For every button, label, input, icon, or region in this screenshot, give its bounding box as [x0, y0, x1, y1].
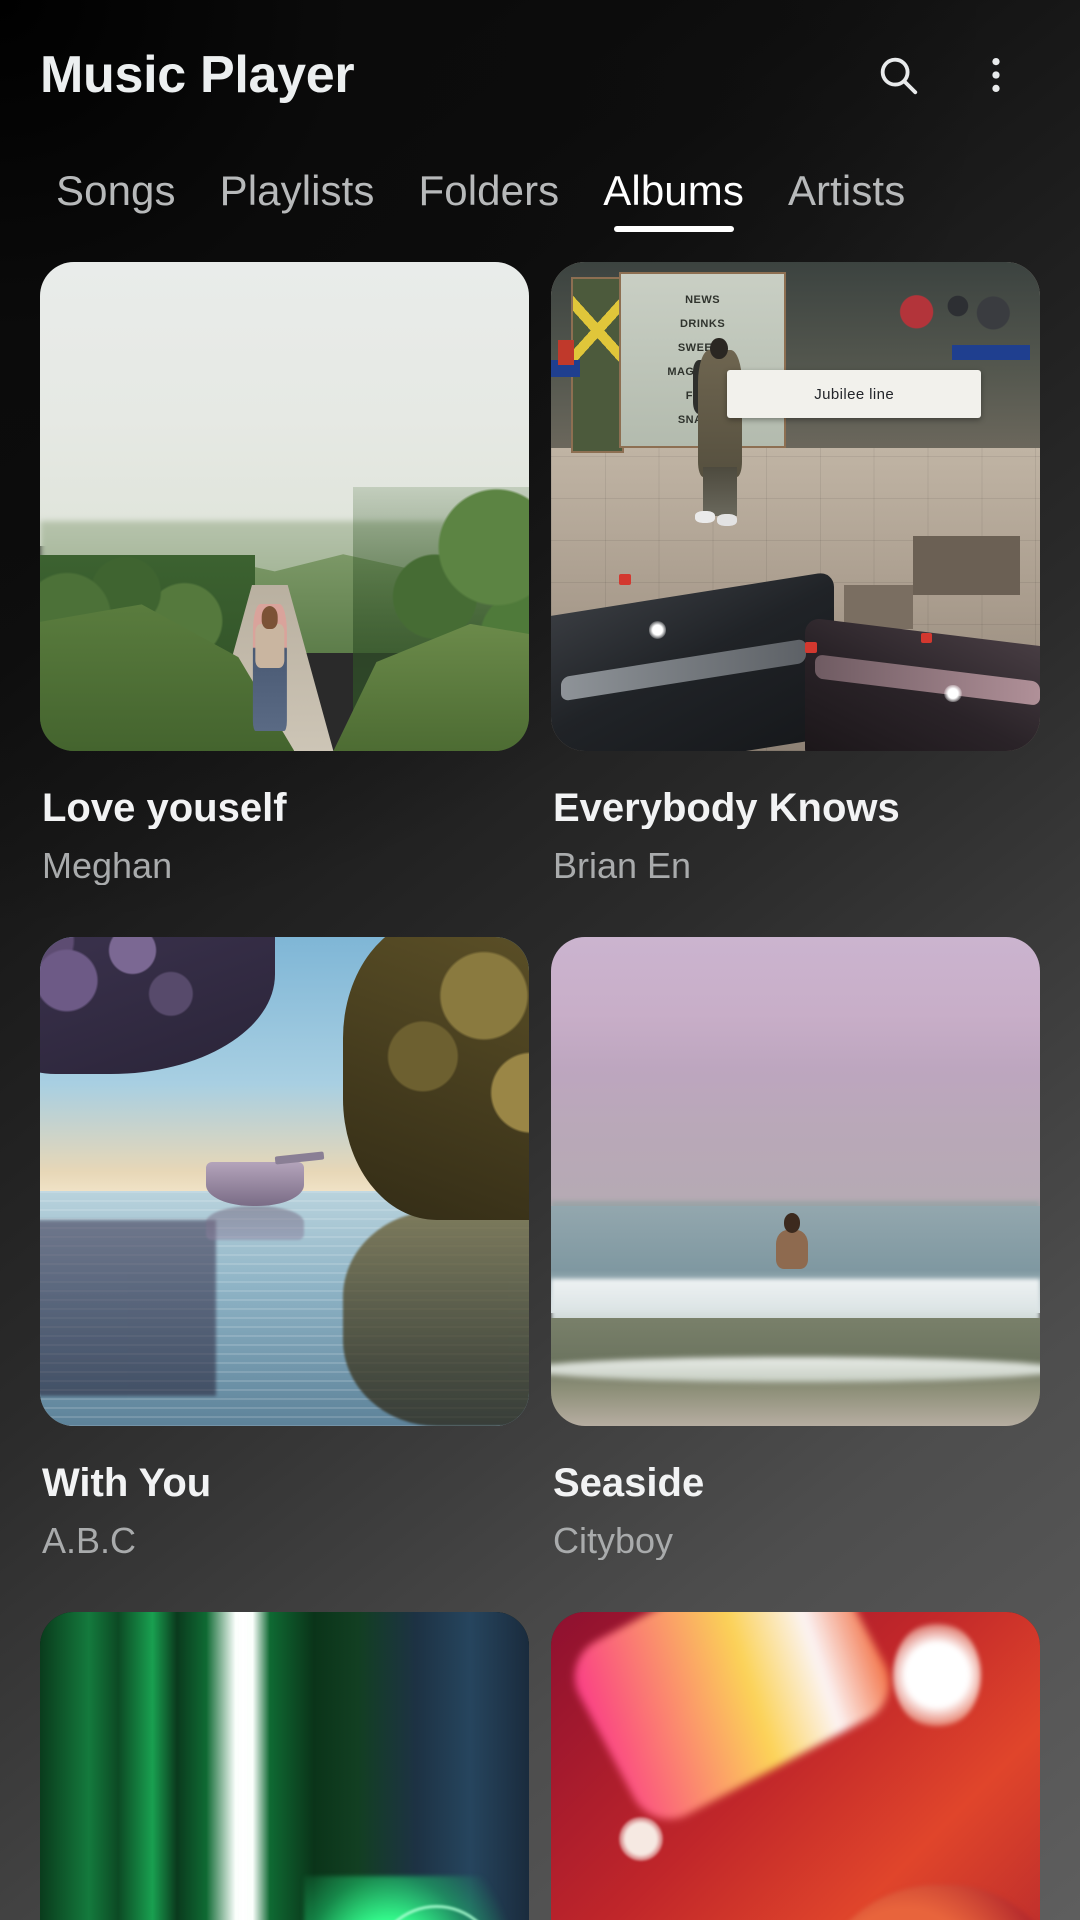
search-button[interactable]	[870, 47, 926, 103]
tab-label: Albums	[603, 167, 744, 214]
jubilee-line-sign: Jubilee line	[727, 369, 982, 419]
page-title: Music Player	[40, 46, 355, 104]
album-card[interactable]: Seaside Cityboy	[551, 936, 1040, 1612]
tab-bar: Songs Playlists Folders Albums Artists	[0, 150, 1080, 260]
album-artist: Brian En	[553, 847, 692, 885]
tab-songs[interactable]: Songs	[34, 150, 198, 260]
album-title: With You	[42, 1461, 212, 1504]
album-title: Seaside	[553, 1461, 705, 1504]
album-artwork[interactable]	[551, 936, 1040, 1426]
album-card[interactable]	[40, 1611, 529, 1920]
album-card[interactable]: Love youself Meghan	[40, 262, 529, 937]
tab-artists[interactable]: Artists	[766, 150, 927, 260]
tab-label: Songs	[56, 167, 176, 214]
album-artwork[interactable]	[40, 262, 529, 751]
app-bar: Music Player	[0, 0, 1080, 150]
music-player-screen: Music Player Songs Playlists Folders Alb…	[0, 0, 1080, 1920]
album-meta: With You A.B.C	[40, 1426, 529, 1612]
album-artwork[interactable]	[40, 936, 529, 1426]
album-artwork[interactable]	[40, 1611, 529, 1920]
tab-indicator-active	[613, 226, 734, 232]
album-artist: A.B.C	[42, 1521, 137, 1560]
search-icon	[875, 52, 921, 98]
artwork-boat-on-calm-water	[40, 936, 529, 1426]
more-vertical-icon	[973, 52, 1019, 98]
album-title: Everybody Knows	[553, 787, 900, 829]
album-title: Love youself	[42, 787, 287, 829]
album-meta: Everybody Knows Brian En	[551, 751, 1040, 937]
album-artist: Meghan	[42, 847, 173, 885]
album-meta: Seaside Cityboy	[551, 1426, 1040, 1612]
artwork-person-in-sea-at-dusk	[551, 936, 1040, 1426]
album-meta: Love youself Meghan	[40, 751, 529, 937]
tab-label: Artists	[787, 167, 906, 214]
album-artwork[interactable]	[551, 1611, 1040, 1920]
artwork-hiker-on-hill-path	[40, 262, 529, 751]
album-artist: Cityboy	[553, 1521, 674, 1560]
artwork-red-neon-portrait	[551, 1611, 1040, 1920]
app-bar-actions	[870, 47, 1024, 103]
album-artwork[interactable]: NEWS DRINKS SWEETS MAGAZINES FOOD SNACKS…	[551, 262, 1040, 751]
artwork-green-neon-portrait	[40, 1611, 529, 1920]
album-card[interactable]: With You A.B.C	[40, 936, 529, 1612]
tab-label: Playlists	[219, 167, 375, 214]
artwork-tube-station-jubilee-line: NEWS DRINKS SWEETS MAGAZINES FOOD SNACKS…	[551, 262, 1040, 751]
tab-albums[interactable]: Albums	[581, 150, 766, 260]
tab-playlists[interactable]: Playlists	[198, 150, 397, 260]
tab-folders[interactable]: Folders	[397, 150, 582, 260]
album-card[interactable]: NEWS DRINKS SWEETS MAGAZINES FOOD SNACKS…	[551, 262, 1040, 937]
album-card[interactable]	[551, 1611, 1040, 1920]
album-grid[interactable]: Love youself Meghan NEWS DRINKS SWEETS J…	[0, 262, 1080, 1920]
overflow-menu-button[interactable]	[968, 47, 1024, 103]
tab-label: Folders	[418, 167, 560, 214]
